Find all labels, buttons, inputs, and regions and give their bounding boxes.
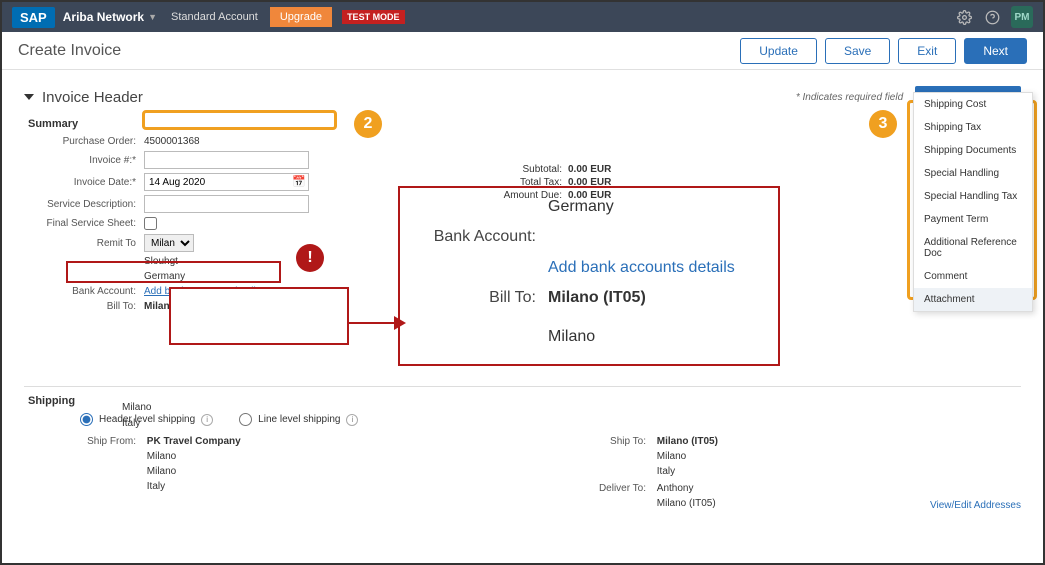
summary-heading: Summary [28,118,1021,130]
annotation-redbox-billto [169,287,349,345]
required-note: * Indicates required field [796,92,903,103]
exit-button[interactable]: Exit [898,38,956,64]
bill-to-label: Bill To: [24,301,144,312]
menu-shipping-documents[interactable]: Shipping Documents [914,139,1032,162]
menu-additional-reference[interactable]: Additional Reference Doc [914,231,1032,265]
ship-from-line-3: Italy [147,479,241,494]
info-icon[interactable]: i [201,414,213,426]
view-edit-addresses-link[interactable]: View/Edit Addresses [930,500,1021,511]
header-level-radio[interactable] [80,413,93,426]
invoice-number-input[interactable] [144,151,309,169]
zoom-billto-label: Bill To: [408,283,548,313]
info-icon[interactable]: i [346,414,358,426]
deliver-to-line-1: Anthony [657,481,716,496]
test-mode-badge: TEST MODE [342,10,405,24]
ship-to-line-2: Italy [657,464,718,479]
annotation-arrow-line [349,322,397,324]
page-header: Create Invoice Update Save Exit Next [2,32,1043,70]
update-button[interactable]: Update [740,38,817,64]
avatar[interactable]: PM [1011,6,1033,28]
zoom-bank-link[interactable]: Add bank accounts details [548,253,735,283]
collapse-caret-icon[interactable] [24,94,34,100]
gear-icon[interactable] [955,8,973,26]
service-desc-label: Service Description: [24,199,144,210]
annotation-arrow-head [394,316,406,330]
ship-to-label: Ship To: [534,434,654,449]
invoice-date-input[interactable] [144,173,309,191]
menu-special-handling[interactable]: Special Handling [914,162,1032,185]
remit-to-select[interactable]: Milan [144,234,194,252]
final-service-sheet-label: Final Service Sheet: [24,218,144,229]
page-title: Create Invoice [18,42,732,60]
shipping-heading: Shipping [28,395,1021,407]
ship-from-line-2: Milano [147,464,241,479]
section-title: Invoice Header [42,89,796,106]
calendar-icon[interactable]: 📅 [292,175,306,188]
annotation-redbox-bank [66,261,281,283]
line-level-shipping-option[interactable]: Line level shipping i [239,413,358,426]
menu-shipping-tax[interactable]: Shipping Tax [914,116,1032,139]
add-to-header-menu: Shipping Cost Shipping Tax Shipping Docu… [913,92,1033,312]
deliver-to-line-2: Milano (IT05) [657,496,716,511]
po-value: 4500001368 [144,136,200,147]
menu-comment[interactable]: Comment [914,265,1032,288]
zoom-billto-value: Milano (IT05) [548,283,646,313]
line-level-label: Line level shipping [258,414,340,425]
deliver-to-label: Deliver To: [534,481,654,496]
line-level-radio[interactable] [239,413,252,426]
bank-account-label: Bank Account: [24,286,144,297]
menu-special-handling-tax[interactable]: Special Handling Tax [914,185,1032,208]
upgrade-button[interactable]: Upgrade [270,7,332,27]
po-label: Purchase Order: [24,136,144,147]
help-icon[interactable] [983,8,1001,26]
zoom-bank-label: Bank Account: [408,222,548,252]
zoom-milano: Milano [548,322,595,352]
subtotal-value: 0.00 EUR [568,164,611,175]
ship-from-label: Ship From: [24,434,144,449]
brand-dropdown-caret[interactable]: ▼ [148,12,157,22]
zoom-panel: Germany Bank Account: Add bank accounts … [408,192,735,352]
bill-to-line-1: Milano [122,400,151,416]
ship-to-name: Milano (IT05) [657,434,718,449]
account-type: Standard Account [171,11,258,23]
menu-attachment[interactable]: Attachment [914,288,1032,311]
final-service-sheet-checkbox[interactable] [144,217,157,230]
ship-from-line-1: Milano [147,449,241,464]
top-bar: SAP Ariba Network ▼ Standard Account Upg… [2,2,1043,32]
bill-to-line-2: Italy [122,416,151,432]
subtotal-label: Subtotal: [492,164,562,175]
menu-payment-term[interactable]: Payment Term [914,208,1032,231]
invoice-date-label: Invoice Date:* [24,177,144,188]
sap-logo: SAP [12,7,55,28]
invoice-number-label: Invoice #:* [24,155,144,166]
zoom-germany: Germany [548,192,614,222]
ship-to-line-1: Milano [657,449,718,464]
menu-shipping-cost[interactable]: Shipping Cost [914,93,1032,116]
save-button[interactable]: Save [825,38,890,64]
next-button[interactable]: Next [964,38,1027,64]
remit-to-label: Remit To [24,238,144,249]
service-desc-input[interactable] [144,195,309,213]
brand-label: Ariba Network [63,10,144,24]
ship-from-name: PK Travel Company [147,434,241,449]
